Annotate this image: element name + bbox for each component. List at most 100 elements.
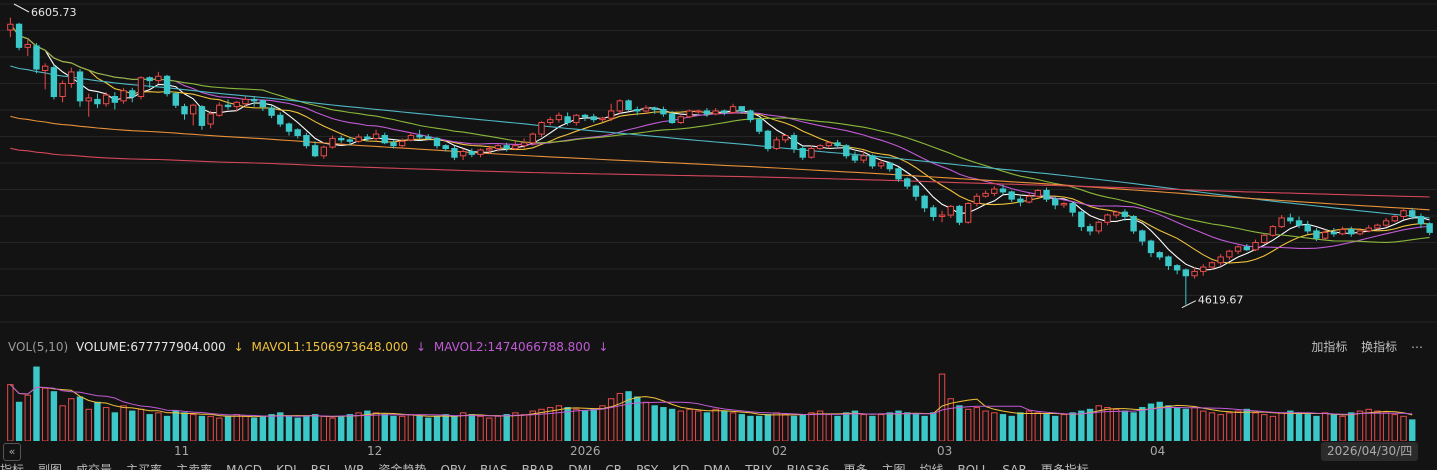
indicator-tab[interactable]: 更多 [844, 463, 868, 470]
candle [190, 103, 197, 126]
candle [921, 194, 928, 213]
candle [1060, 202, 1068, 208]
indicator-tab[interactable]: BIAS [480, 463, 508, 470]
indicator-tab[interactable]: DMA [703, 463, 731, 470]
volume-bar [555, 405, 563, 441]
indicator-tab[interactable]: RSI [311, 463, 331, 470]
candle [15, 22, 23, 51]
volume-bar [181, 412, 188, 441]
indicator-tab[interactable]: OBV [440, 463, 466, 470]
candle [1147, 239, 1155, 257]
indicator-tab[interactable]: 副图 [38, 463, 62, 470]
volume-header: VOL(5,10) VOLUME:677777904.000 ↓ MAVOL1:… [0, 337, 1437, 357]
candle [259, 99, 267, 111]
volume-bar [146, 414, 153, 441]
indicator-tab[interactable]: BOLL [958, 463, 989, 470]
candle [555, 112, 563, 123]
indicator-tab[interactable]: 主图 [882, 463, 906, 470]
candle [1112, 210, 1120, 218]
candle [625, 99, 632, 111]
candle [904, 177, 911, 190]
candle [1426, 222, 1433, 236]
volume-bar [294, 417, 301, 441]
date-tick: 2026 [570, 444, 601, 458]
volume-bar [1261, 414, 1268, 441]
volume-bar [964, 408, 972, 441]
switch-indicator-button[interactable]: 换指标 [1361, 340, 1397, 354]
indicator-tab[interactable]: 主买率 [126, 463, 162, 470]
volume-bar [1200, 410, 1207, 441]
candle [1365, 225, 1372, 233]
candle [1008, 190, 1015, 203]
volume-bar [224, 415, 232, 441]
volume-bar [277, 412, 284, 441]
volume-bar [15, 401, 23, 441]
volume-bar [1348, 412, 1355, 441]
indicator-tab[interactable]: KD [672, 463, 689, 470]
indicator-tab[interactable]: CR [605, 463, 622, 470]
candle [677, 115, 685, 124]
candle [111, 92, 119, 110]
volume-bar [320, 415, 328, 441]
volume-bar [773, 412, 780, 441]
volume-bar [1139, 407, 1146, 441]
candle [712, 108, 719, 116]
volume-bar [581, 410, 589, 441]
volume-bar [1339, 415, 1346, 441]
indicator-tab[interactable]: TRIX [745, 463, 772, 470]
candle [1182, 268, 1190, 305]
candle [59, 80, 66, 103]
volume-bar [1104, 407, 1111, 441]
more-menu-icon[interactable]: ⋯ [1411, 340, 1423, 354]
volume-bar [259, 415, 267, 441]
indicator-tab[interactable]: MACD [226, 463, 262, 470]
candle [573, 113, 580, 126]
indicator-tab[interactable]: WR [344, 463, 364, 470]
volume-bar [216, 417, 223, 441]
candle [1234, 245, 1242, 255]
high-price-label: 6605.73 [31, 6, 77, 19]
volume-bar [24, 394, 31, 441]
volume-bar [1086, 408, 1094, 441]
volume-bar [1252, 412, 1259, 441]
indicator-tab[interactable]: 指标 [0, 463, 24, 470]
scroll-left-icon[interactable]: « [3, 443, 21, 461]
volume-bar [1243, 408, 1250, 441]
candle [33, 43, 40, 74]
candle [755, 118, 763, 135]
indicator-tab[interactable]: SAR [1002, 463, 1026, 470]
volume-bar [1078, 410, 1085, 441]
volume-bar [1409, 419, 1416, 441]
indicator-tab[interactable]: 资金趋势 [378, 463, 426, 470]
indicator-tab[interactable]: 均线 [920, 463, 944, 470]
indicator-tab[interactable]: PSY [636, 463, 658, 470]
volume-bar [599, 405, 606, 441]
volume-bar [41, 387, 49, 441]
candle [372, 129, 380, 142]
volume-bar [973, 407, 981, 441]
candle [129, 87, 136, 103]
candle [1330, 228, 1338, 237]
volume-bar [1217, 414, 1224, 441]
indicator-tab[interactable]: KDJ [276, 463, 297, 470]
indicator-tab[interactable]: BIAS36 [787, 463, 830, 470]
candle [355, 134, 362, 143]
add-indicator-button[interactable]: 加指标 [1311, 340, 1347, 354]
candle [729, 103, 737, 114]
mavol1-value: MAVOL1:1506973648.000 [251, 340, 409, 354]
indicator-tab[interactable]: 主卖率 [176, 463, 212, 470]
mavol2-arrow-icon: ↓ [416, 340, 427, 354]
indicator-tab[interactable]: 更多指标 [1041, 463, 1089, 470]
volume-bar [1008, 415, 1015, 441]
indicator-tab[interactable]: BRAR [522, 463, 555, 470]
volume-bar [451, 415, 458, 441]
candle [1252, 239, 1259, 252]
volume-bar [869, 415, 876, 441]
volume-bar [825, 414, 833, 441]
indicator-tab[interactable]: 成交量 [76, 463, 112, 470]
candle [155, 71, 162, 84]
candle [320, 145, 328, 159]
indicator-tab[interactable]: DMI [568, 463, 591, 470]
volume-bar [930, 412, 937, 441]
high-pointer-icon [13, 3, 30, 13]
